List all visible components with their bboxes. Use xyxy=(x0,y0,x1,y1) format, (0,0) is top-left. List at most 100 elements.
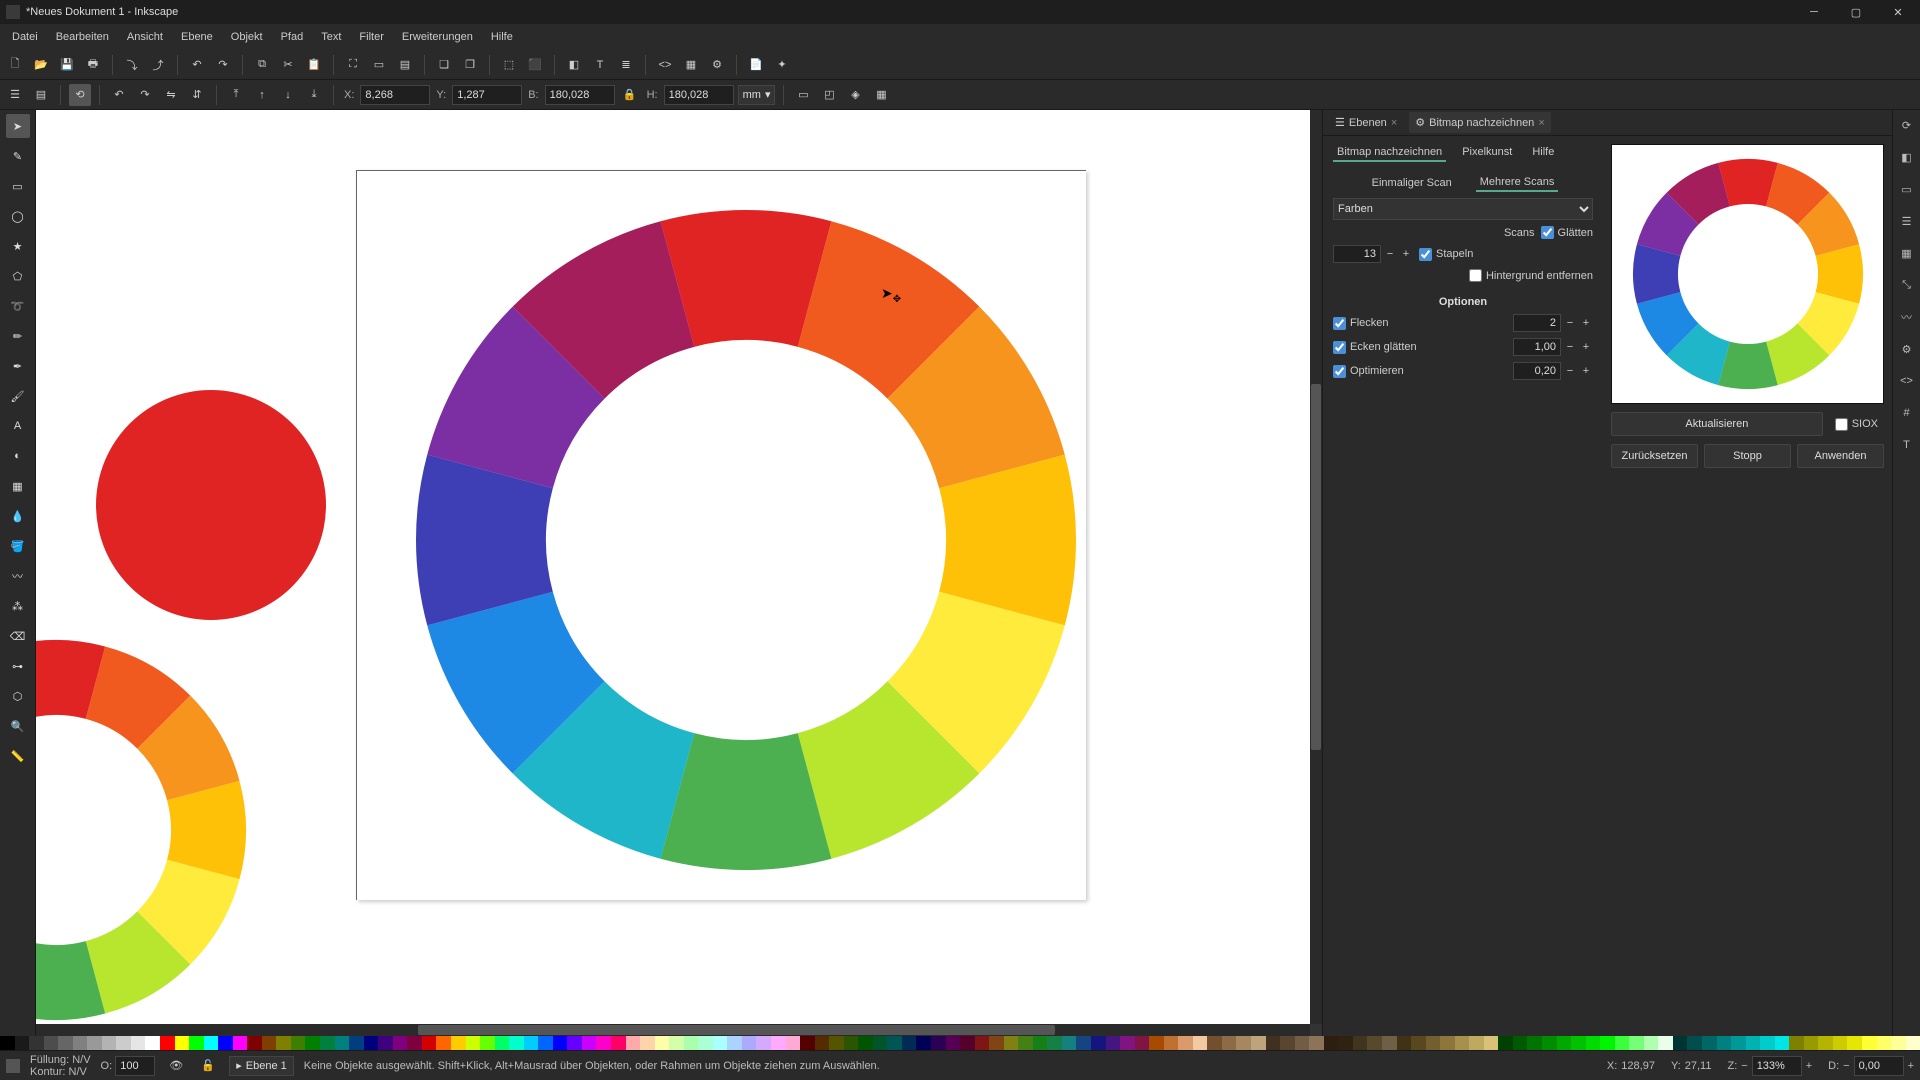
palette-swatch[interactable] xyxy=(960,1036,975,1050)
palette-swatch[interactable] xyxy=(1222,1036,1237,1050)
palette-swatch[interactable] xyxy=(58,1036,73,1050)
palette-swatch[interactable] xyxy=(1833,1036,1848,1050)
minus-icon[interactable]: − xyxy=(1563,338,1577,356)
palette-swatch[interactable] xyxy=(262,1036,277,1050)
align-button[interactable]: ▦ xyxy=(680,54,702,76)
menu-bearbeiten[interactable]: Bearbeiten xyxy=(48,27,117,47)
zoom-input[interactable] xyxy=(1752,1056,1802,1076)
palette-swatch[interactable] xyxy=(727,1036,742,1050)
text-button[interactable]: T xyxy=(589,54,611,76)
speckles-checkbox[interactable]: Flecken xyxy=(1333,317,1507,330)
palette-swatch[interactable] xyxy=(786,1036,801,1050)
palette-swatch[interactable] xyxy=(145,1036,160,1050)
h-input[interactable] xyxy=(664,85,734,105)
smooth-checkbox[interactable]: Glätten xyxy=(1541,226,1593,239)
palette-swatch[interactable] xyxy=(800,1036,815,1050)
palette-swatch[interactable] xyxy=(1178,1036,1193,1050)
palette-swatch[interactable] xyxy=(480,1036,495,1050)
palette-swatch[interactable] xyxy=(29,1036,44,1050)
palette-swatch[interactable] xyxy=(771,1036,786,1050)
palette-swatch[interactable] xyxy=(1367,1036,1382,1050)
palette-swatch[interactable] xyxy=(436,1036,451,1050)
palette-swatch[interactable] xyxy=(509,1036,524,1050)
palette-swatch[interactable] xyxy=(1353,1036,1368,1050)
undo-button[interactable]: ↶ xyxy=(186,54,208,76)
spray-tool[interactable]: ⁂ xyxy=(6,594,30,618)
menu-erweiterungen[interactable]: Erweiterungen xyxy=(394,27,481,47)
palette-swatch[interactable] xyxy=(1440,1036,1455,1050)
palette-swatch[interactable] xyxy=(596,1036,611,1050)
close-icon[interactable]: × xyxy=(1538,117,1544,129)
palette-swatch[interactable] xyxy=(349,1036,364,1050)
x-input[interactable] xyxy=(360,85,430,105)
palette-swatch[interactable] xyxy=(524,1036,539,1050)
selector-tool[interactable]: ➤ xyxy=(6,114,30,138)
3dbox-tool[interactable]: ⬠ xyxy=(6,264,30,288)
palette-swatch[interactable] xyxy=(742,1036,757,1050)
scale-stroke-button[interactable]: ▭ xyxy=(792,84,814,106)
import-button[interactable]: ⤵ xyxy=(121,54,143,76)
stack-checkbox[interactable]: Stapeln xyxy=(1419,248,1473,261)
menu-objekt[interactable]: Objekt xyxy=(223,27,271,47)
tab-layers[interactable]: ☰Ebenen× xyxy=(1329,112,1403,133)
dock-transform-icon[interactable]: ⤡ xyxy=(1898,276,1916,294)
lpe-tool[interactable]: ⬡ xyxy=(6,684,30,708)
palette-swatch[interactable] xyxy=(73,1036,88,1050)
clone-button[interactable]: ❐ xyxy=(459,54,481,76)
palette-swatch[interactable] xyxy=(291,1036,306,1050)
color-wheel-object[interactable] xyxy=(406,200,1086,880)
palette-swatch[interactable] xyxy=(87,1036,102,1050)
color-palette[interactable] xyxy=(0,1036,1920,1050)
menu-pfad[interactable]: Pfad xyxy=(273,27,312,47)
palette-swatch[interactable] xyxy=(1193,1036,1208,1050)
palette-swatch[interactable] xyxy=(1542,1036,1557,1050)
palette-swatch[interactable] xyxy=(1324,1036,1339,1050)
eraser-tool[interactable]: ⌫ xyxy=(6,624,30,648)
palette-swatch[interactable] xyxy=(975,1036,990,1050)
subtab-main[interactable]: Bitmap nachzeichnen xyxy=(1333,144,1446,162)
reset-button[interactable]: Zurücksetzen xyxy=(1611,444,1698,468)
select-all-layers-button[interactable]: ☰ xyxy=(4,84,26,106)
tab-trace-bitmap[interactable]: ⚙Bitmap nachzeichnen× xyxy=(1409,112,1551,133)
lower-bottom-button[interactable]: ⤓ xyxy=(303,84,325,106)
palette-swatch[interactable] xyxy=(1484,1036,1499,1050)
zoom-tool[interactable]: 🔍 xyxy=(6,714,30,738)
palette-swatch[interactable] xyxy=(669,1036,684,1050)
palette-swatch[interactable] xyxy=(1004,1036,1019,1050)
palette-swatch[interactable] xyxy=(698,1036,713,1050)
zoom-out-icon[interactable]: − xyxy=(1741,1060,1747,1072)
palette-swatch[interactable] xyxy=(626,1036,641,1050)
rotate-ccw-button[interactable]: ↶ xyxy=(108,84,130,106)
raise-top-button[interactable]: ⤒ xyxy=(225,84,247,106)
palette-swatch[interactable] xyxy=(1717,1036,1732,1050)
palette-swatch[interactable] xyxy=(1047,1036,1062,1050)
palette-swatch[interactable] xyxy=(1644,1036,1659,1050)
move-gradients-button[interactable]: ◈ xyxy=(844,84,866,106)
palette-swatch[interactable] xyxy=(0,1036,15,1050)
palette-swatch[interactable] xyxy=(844,1036,859,1050)
palette-swatch[interactable] xyxy=(1426,1036,1441,1050)
palette-swatch[interactable] xyxy=(1615,1036,1630,1050)
palette-swatch[interactable] xyxy=(1746,1036,1761,1050)
palette-swatch[interactable] xyxy=(1338,1036,1353,1050)
palette-swatch[interactable] xyxy=(1557,1036,1572,1050)
palette-swatch[interactable] xyxy=(858,1036,873,1050)
single-scan-tab[interactable]: Einmaliger Scan xyxy=(1368,175,1456,191)
stop-button[interactable]: Stopp xyxy=(1704,444,1791,468)
menu-filter[interactable]: Filter xyxy=(351,27,391,47)
ellipse-tool[interactable]: ◯ xyxy=(6,204,30,228)
palette-swatch[interactable] xyxy=(989,1036,1004,1050)
prefs-button[interactable]: ⚙ xyxy=(706,54,728,76)
menu-ansicht[interactable]: Ansicht xyxy=(119,27,171,47)
dock-path-icon[interactable]: 〰 xyxy=(1898,308,1916,326)
palette-swatch[interactable] xyxy=(1775,1036,1790,1050)
palette-swatch[interactable] xyxy=(320,1036,335,1050)
dock-arrow-icon[interactable]: ⟳ xyxy=(1898,116,1916,134)
palette-swatch[interactable] xyxy=(233,1036,248,1050)
palette-swatch[interactable] xyxy=(1397,1036,1412,1050)
palette-swatch[interactable] xyxy=(1673,1036,1688,1050)
palette-swatch[interactable] xyxy=(1571,1036,1586,1050)
palette-swatch[interactable] xyxy=(1280,1036,1295,1050)
palette-swatch[interactable] xyxy=(1076,1036,1091,1050)
palette-swatch[interactable] xyxy=(1818,1036,1833,1050)
